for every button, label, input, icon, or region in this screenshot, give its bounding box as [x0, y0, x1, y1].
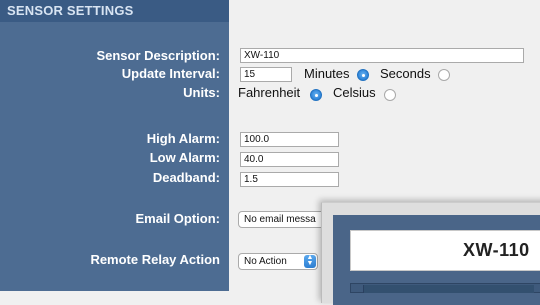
overlay-title: XW-110 [350, 230, 540, 271]
deadband-label: Deadband: [152, 170, 220, 185]
low-alarm-input[interactable]: 40.0 [240, 152, 339, 167]
update-interval-input[interactable]: 15 [240, 67, 292, 82]
units-celsius-label: Celsius [333, 85, 376, 100]
email-option-value: No email messa [244, 214, 316, 225]
interval-seconds-label: Seconds [380, 66, 431, 81]
email-option-select[interactable]: No email messa [238, 211, 333, 228]
high-alarm-label: High Alarm: [146, 131, 220, 146]
low-alarm-label: Low Alarm: [149, 150, 220, 165]
high-alarm-input[interactable]: 100.0 [240, 132, 339, 147]
interval-seconds-radio[interactable] [438, 69, 450, 81]
remote-relay-action-label: Remote Relay Action [90, 252, 220, 267]
remote-relay-select[interactable]: No Action ▲ ▼ [238, 253, 318, 270]
interval-minutes-radio[interactable] [357, 69, 369, 81]
units-celsius-radio[interactable] [384, 89, 396, 101]
sensor-description-label: Sensor Description: [96, 48, 220, 63]
units-fahrenheit-radio[interactable] [310, 89, 322, 101]
units-label: Units: [183, 85, 220, 100]
remote-relay-value: No Action [244, 256, 287, 267]
update-interval-label: Update Interval: [121, 66, 220, 81]
section-header: SENSOR SETTINGS [0, 0, 229, 22]
chevron-up-down-icon: ▲ ▼ [304, 254, 316, 268]
interval-minutes-label: Minutes [304, 66, 350, 81]
units-fahrenheit-label: Fahrenheit [238, 85, 301, 100]
email-option-label: Email Option: [135, 211, 221, 226]
sensor-description-input[interactable]: XW-110 [240, 48, 524, 63]
deadband-input[interactable]: 1.5 [240, 172, 339, 187]
overlay-subpanel-inner [363, 285, 534, 293]
